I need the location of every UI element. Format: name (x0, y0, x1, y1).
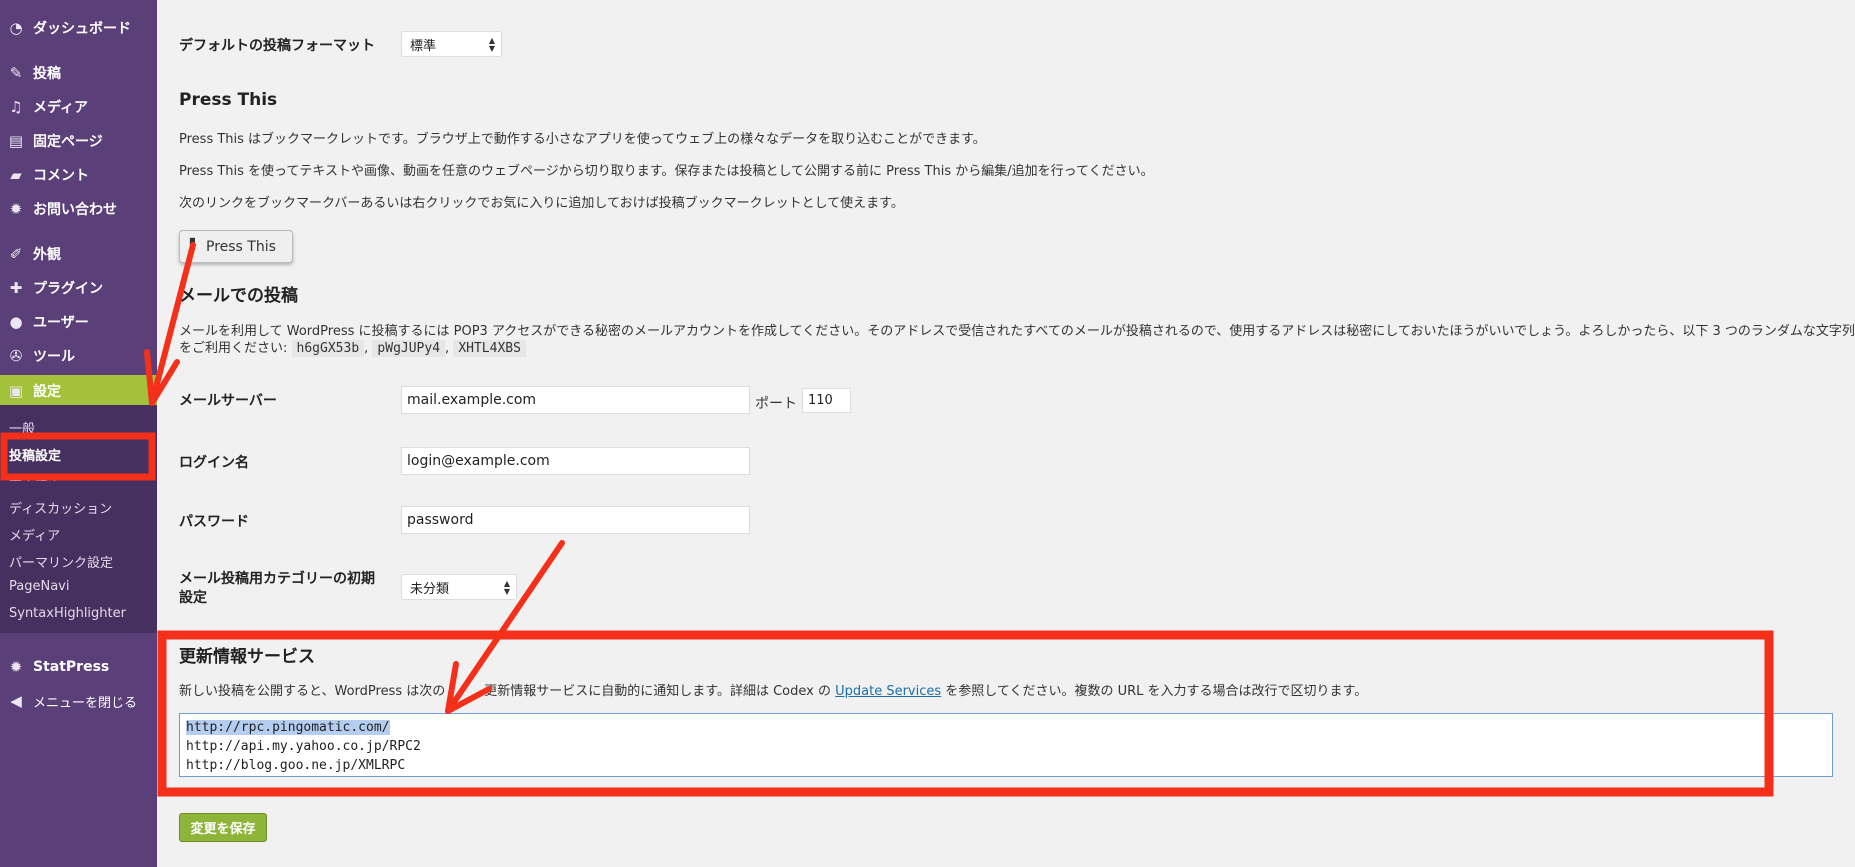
desc-text-obscured: サイト (445, 684, 485, 699)
menu-users[interactable]: ● ユーザー (0, 307, 157, 337)
menu-label: ツール (33, 349, 75, 365)
default-format-label: デフォルトの投稿フォーマット (179, 38, 375, 54)
menu-label: プラグイン (33, 281, 103, 297)
press-this-desc-3: 次のリンクをブックマークバーあるいは右クリックでお気に入りに追加しておけば投稿ブ… (179, 196, 904, 211)
menu-label: StatPress (33, 659, 110, 675)
stats-icon: ✹ (9, 658, 23, 676)
menu-posts[interactable]: ✎ 投稿 (0, 58, 157, 88)
port-label: ポート (755, 396, 797, 412)
collapse-icon: ◀ (10, 692, 22, 710)
menu-label: 外観 (33, 247, 61, 263)
update-services-link[interactable]: Update Services (835, 684, 941, 699)
menu-dashboard[interactable]: ◔ ダッシュボード (0, 13, 157, 43)
save-changes-button[interactable]: 変更を保存 (179, 813, 267, 842)
press-this-button-label: Press This (206, 238, 276, 255)
menu-pages[interactable]: ▤ 固定ページ (0, 126, 157, 156)
login-input[interactable]: login@example.com (401, 447, 750, 475)
random-string-2: pWgJUPy4 (372, 340, 446, 357)
random-string-3: XHTL4XBS (453, 340, 526, 357)
mail-desc-2: をご利用ください: h6gGX53b, pWgJUPy4, XHTL4XBS (179, 337, 526, 357)
menu-statpress[interactable]: ✹ StatPress (0, 652, 157, 682)
desc-text: を参照してください。複数の URL を入力する場合は改行で区切ります。 (941, 684, 1368, 699)
menu-tools[interactable]: ✇ ツール (0, 341, 157, 371)
ping-url: http://api.my.yahoo.co.jp/RPC2 (186, 739, 421, 754)
menu-label: ダッシュボード (33, 21, 131, 37)
password-label: パスワード (179, 514, 249, 530)
mail-category-select[interactable]: 未分類 ▲ ▼ (401, 574, 517, 600)
menu-collapse[interactable]: ◀ メニューを閉じる (0, 686, 157, 716)
submenu-media[interactable]: メディア (9, 525, 60, 544)
media-icon: ♫ (9, 98, 23, 116)
mail-server-label: メールサーバー (179, 393, 277, 409)
settings-icon: ▣ (8, 382, 24, 400)
desc-text: 新しい投稿を公開すると、WordPress は次の (179, 684, 446, 699)
default-format-select[interactable]: 標準 ▲ ▼ (401, 31, 502, 57)
gear-icon: ✹ (9, 200, 23, 218)
submenu-general[interactable]: 一般 (9, 418, 35, 437)
mail-category-value: 未分類 (410, 581, 450, 597)
submenu-discussion[interactable]: ディスカッション (9, 498, 112, 517)
press-this-desc-2: Press This を使ってテキストや画像、動画を任意のウェブページから切り取… (179, 164, 1154, 179)
menu-label: 設定 (33, 384, 61, 400)
menu-contact[interactable]: ✹ お問い合わせ (0, 194, 157, 224)
wrench-icon: ✇ (9, 347, 23, 365)
comment-icon: ▰ (10, 166, 22, 184)
menu-settings[interactable]: ▣ 設定 (0, 375, 157, 407)
brush-icon: ✐ (9, 245, 23, 263)
menu-label: 投稿 (33, 66, 61, 82)
random-string-1: h6gGX53b (291, 340, 365, 357)
select-arrows-icon: ▲ ▼ (488, 36, 495, 53)
settings-submenu: 一般 投稿設定 表示設定 ディスカッション メディア パーマリンク設定 Page… (0, 405, 157, 633)
press-this-icon: ▘ (190, 239, 200, 254)
menu-appearance[interactable]: ✐ 外観 (0, 239, 157, 269)
menu-label: 固定ページ (33, 134, 103, 150)
ping-url-line: http://rpc.pingomatic.com/ (186, 718, 1826, 737)
press-this-desc-1: Press This はブックマークレットです。ブラウザ上で動作する小さなアプリ… (179, 132, 986, 147)
default-format-value: 標準 (410, 38, 437, 54)
mail-server-input[interactable]: mail.example.com (401, 386, 750, 414)
user-icon: ● (9, 313, 23, 331)
ping-sites-textarea[interactable]: http://rpc.pingomatic.com/http://api.my.… (179, 713, 1833, 777)
pages-icon: ▤ (8, 132, 24, 150)
login-label: ログイン名 (179, 455, 249, 471)
menu-label: お問い合わせ (33, 202, 117, 218)
submenu-permalinks[interactable]: パーマリンク設定 (9, 552, 113, 571)
pin-icon: ✎ (9, 64, 23, 82)
ping-url: http://rpc.pingomatic.com/ (186, 720, 390, 735)
press-this-button[interactable]: ▘ Press This (179, 230, 293, 263)
ping-url: http://blog.goo.ne.jp/XMLRPC (186, 758, 406, 773)
submenu-syntaxhighlighter[interactable]: SyntaxHighlighter (9, 606, 126, 621)
menu-label: ユーザー (33, 315, 89, 331)
desc-text: 更新情報サービスに自動的に通知します。詳細は Codex の (484, 684, 836, 699)
ping-url-line: http://api.my.yahoo.co.jp/RPC2 (186, 737, 1826, 756)
submenu-reading[interactable]: 表示設定 (9, 471, 61, 481)
submenu-writing[interactable]: 投稿設定 (9, 445, 61, 464)
menu-plugins[interactable]: ✚ プラグイン (0, 273, 157, 303)
port-input[interactable]: 110 (802, 388, 851, 413)
admin-sidebar: ◔ ダッシュボード ✎ 投稿 ♫ メディア ▤ 固定ページ ▰ コメント ✹ お… (0, 0, 157, 867)
ping-url-line: http://blog.goo.ne.jp/XMLRPC (186, 756, 1826, 775)
mail-heading: メールでの投稿 (179, 286, 298, 306)
submenu-pagenavi[interactable]: PageNavi (9, 579, 69, 594)
menu-label: コメント (33, 168, 89, 184)
select-arrows-icon: ▲ ▼ (503, 579, 510, 596)
update-services-desc: 新しい投稿を公開すると、WordPress は次のサイト更新情報サービスに自動的… (179, 680, 1367, 699)
menu-label: メディア (33, 100, 89, 116)
plugin-icon: ✚ (9, 279, 23, 297)
menu-label: メニューを閉じる (33, 695, 138, 711)
press-this-heading: Press This (179, 90, 278, 110)
menu-media[interactable]: ♫ メディア (0, 92, 157, 122)
menu-comments[interactable]: ▰ コメント (0, 160, 157, 190)
update-services-heading: 更新情報サービス (179, 647, 315, 667)
mail-category-label: メール投稿用カテゴリーの初期設定 (179, 571, 375, 606)
password-input[interactable]: password (401, 506, 750, 534)
dashboard-icon: ◔ (9, 19, 23, 37)
mail-desc-2-text: をご利用ください: (179, 341, 288, 356)
